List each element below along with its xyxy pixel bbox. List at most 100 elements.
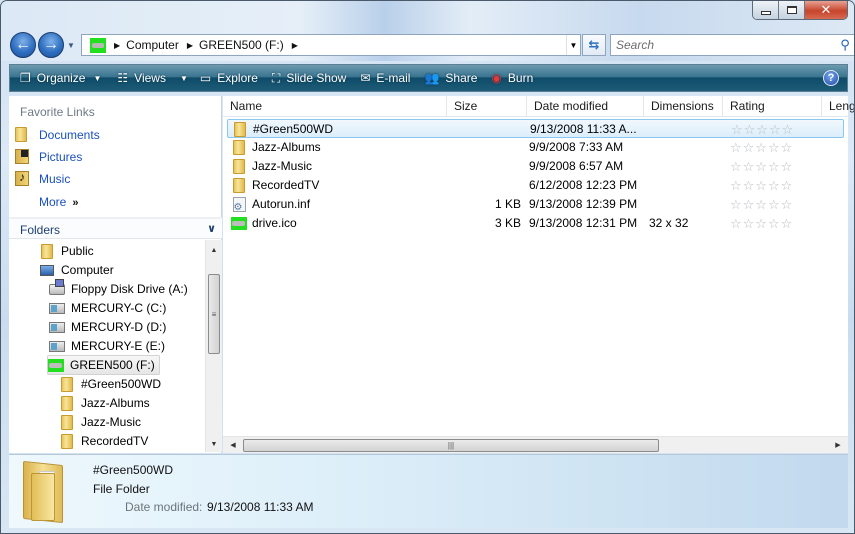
back-button[interactable]: ←	[10, 32, 36, 58]
favorite-link-music[interactable]: Music	[15, 170, 71, 187]
scrollbar-thumb[interactable]: ≡	[208, 274, 220, 354]
folder-icon	[61, 414, 73, 430]
rating-stars[interactable]: ☆☆☆☆☆	[730, 195, 820, 214]
tree-item-public[interactable]: Public	[39, 242, 94, 260]
help-button[interactable]: ?	[823, 70, 839, 86]
rating-stars[interactable]: ☆☆☆☆☆	[731, 120, 821, 139]
scroll-down-icon[interactable]: ▼	[206, 436, 222, 452]
green-drive-icon	[90, 37, 106, 53]
navigation-pane: Favorite Links Documents Pictures Music …	[9, 96, 222, 453]
address-bar[interactable]: ▶ Computer ▶ GREEN500 (F:) ▶ ▼	[81, 34, 581, 56]
file-row[interactable]: Jazz-Music 9/9/2008 6:57 AM ☆☆☆☆☆	[227, 157, 844, 176]
favorite-link-label: Pictures	[39, 150, 83, 164]
tree-item-mercury-e[interactable]: MERCURY-E (E:)	[49, 337, 165, 355]
file-row[interactable]: RecordedTV 6/12/2008 12:23 PM ☆☆☆☆☆	[227, 176, 844, 195]
breadcrumb-separator-icon[interactable]: ▶	[187, 41, 193, 50]
forward-button[interactable]: →	[38, 32, 64, 58]
column-header-dimensions[interactable]: Dimensions	[644, 96, 723, 117]
rating-stars[interactable]: ☆☆☆☆☆	[730, 157, 820, 176]
tree-item-jazz-music[interactable]: Jazz-Music	[59, 413, 141, 431]
column-header-size[interactable]: Size	[447, 96, 527, 117]
tree-item-computer[interactable]: Computer	[39, 261, 114, 279]
column-header-rating[interactable]: Rating	[723, 96, 822, 117]
tree-item-label: GREEN500 (F:)	[70, 358, 155, 372]
chevron-down-icon: ∨	[207, 223, 216, 235]
rating-stars[interactable]: ☆☆☆☆☆	[730, 214, 820, 233]
tree-item-recordedtv[interactable]: RecordedTV	[59, 432, 148, 450]
share-button[interactable]: 👥 Share	[424, 71, 477, 85]
search-icon[interactable]: ⚲	[834, 37, 850, 53]
breadcrumb-separator-icon[interactable]: ▶	[114, 41, 120, 50]
email-label: E-mail	[376, 71, 411, 85]
rating-stars[interactable]: ☆☆☆☆☆	[730, 138, 820, 157]
minimize-button[interactable]	[753, 1, 779, 19]
chevron-down-icon: ▼	[93, 73, 102, 83]
scroll-up-icon[interactable]: ▲	[206, 242, 222, 258]
favorite-link-label: Documents	[39, 128, 100, 142]
tree-item-green500[interactable]: GREEN500 (F:)	[47, 355, 160, 375]
views-button[interactable]: ☷ Views ▼	[117, 71, 187, 85]
file-row[interactable]: drive.ico 3 KB 9/13/2008 12:31 PM 32 x 3…	[227, 214, 844, 233]
file-row[interactable]: Jazz-Albums 9/9/2008 7:33 AM ☆☆☆☆☆	[227, 138, 844, 157]
computer-icon	[40, 264, 54, 276]
details-date-value: 9/13/2008 11:33 AM	[207, 500, 314, 514]
scrollbar-thumb[interactable]: |||	[243, 439, 659, 452]
column-header-date[interactable]: Date modified	[527, 96, 644, 117]
file-date: 9/9/2008 7:33 AM	[529, 140, 624, 154]
maximize-button[interactable]	[779, 1, 805, 19]
tree-item-label: RecordedTV	[81, 434, 149, 448]
scroll-left-icon[interactable]: ◀	[225, 437, 241, 453]
close-icon: ✕	[820, 2, 832, 17]
file-name: #Green500WD	[253, 122, 334, 136]
breadcrumb-separator-icon[interactable]: ▶	[292, 41, 298, 50]
breadcrumb-green500[interactable]: GREEN500 (F:)	[199, 38, 284, 52]
folder-tree-scrollbar[interactable]: ▲ ≡ ▼	[205, 240, 222, 452]
slideshow-button[interactable]: ⛶ Slide Show	[272, 71, 346, 86]
explore-button[interactable]: ▭ Explore	[200, 71, 258, 85]
scroll-right-icon[interactable]: ▶	[830, 437, 846, 453]
tree-item-label: Computer	[61, 263, 114, 277]
favorite-links-title: Favorite Links	[20, 105, 95, 119]
column-header-name[interactable]: Name	[223, 96, 447, 117]
favorite-link-label: Music	[39, 172, 71, 186]
file-name: Jazz-Music	[252, 159, 313, 173]
details-item-type: File Folder	[93, 482, 150, 496]
file-size	[454, 120, 522, 139]
file-date: 6/12/2008 12:23 PM	[529, 178, 638, 192]
tree-item-green500wd[interactable]: #Green500WD	[59, 375, 161, 393]
folders-header[interactable]: Folders ∨	[9, 217, 222, 239]
tree-item-floppy[interactable]: Floppy Disk Drive (A:)	[49, 278, 188, 298]
rating-stars[interactable]: ☆☆☆☆☆	[730, 176, 820, 195]
tree-item-label: MERCURY-D (D:)	[71, 320, 167, 334]
column-header-length[interactable]: Length	[822, 96, 854, 117]
email-icon: ✉	[360, 71, 371, 85]
slideshow-icon: ⛶	[271, 70, 281, 85]
floppy-drive-icon	[49, 278, 65, 295]
more-links-button[interactable]: More »	[39, 195, 78, 209]
breadcrumb-computer[interactable]: Computer	[126, 38, 179, 52]
file-date: 9/13/2008 12:39 PM	[529, 197, 638, 211]
burn-button[interactable]: ◉ Burn	[491, 71, 533, 85]
slideshow-label: Slide Show	[286, 71, 347, 85]
address-dropdown-button[interactable]: ▼	[566, 35, 580, 55]
search-input[interactable]: Search ⚲	[610, 34, 854, 56]
tree-item-jazz-albums[interactable]: Jazz-Albums	[59, 394, 150, 412]
explore-icon: ▭	[199, 71, 212, 85]
favorite-link-pictures[interactable]: Pictures	[15, 149, 82, 165]
details-date-label: Date modified:	[125, 500, 203, 514]
file-name: drive.ico	[252, 216, 297, 230]
tree-item-mercury-c[interactable]: MERCURY-C (C:)	[49, 299, 166, 317]
refresh-button[interactable]: ⇆	[582, 34, 606, 56]
organize-button[interactable]: ❐ Organize ▼	[20, 71, 101, 85]
command-toolbar: ❐ Organize ▼ ☷ Views ▼ ▭ Explore ⛶ Slide Show …	[9, 64, 848, 92]
email-button[interactable]: ✉ E-mail	[360, 71, 410, 85]
close-button[interactable]: ✕	[805, 1, 847, 19]
file-row[interactable]: #Green500WD 9/13/2008 11:33 A... ☆☆☆☆☆	[227, 119, 844, 138]
favorite-link-documents[interactable]: Documents	[15, 127, 100, 143]
tree-item-mercury-d[interactable]: MERCURY-D (D:)	[49, 318, 166, 336]
file-row[interactable]: Autorun.inf 1 KB 9/13/2008 12:39 PM ☆☆☆☆…	[227, 195, 844, 214]
file-name: RecordedTV	[252, 178, 320, 192]
recent-pages-dropdown[interactable]: ▼	[67, 41, 75, 50]
file-list-scrollbar[interactable]: ◀ ||| ▶	[223, 436, 848, 453]
organize-icon: ❐	[20, 71, 31, 85]
